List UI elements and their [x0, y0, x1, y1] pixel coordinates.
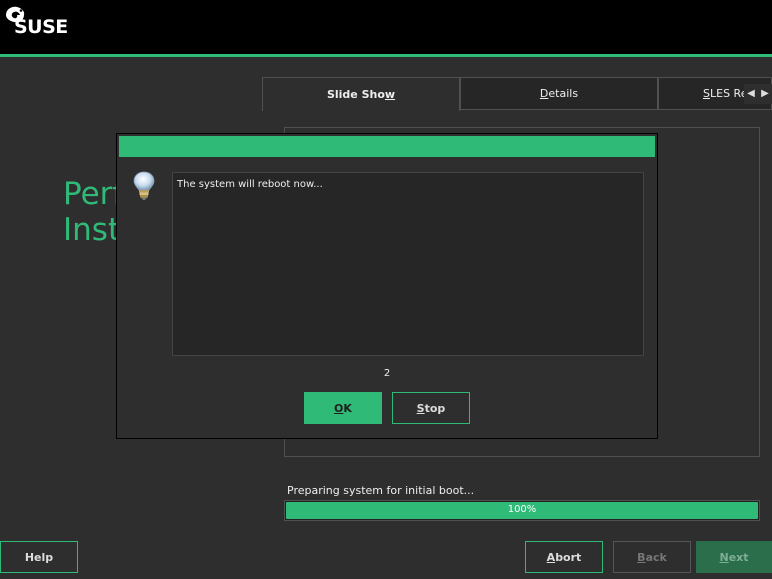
progress-value: 100%: [507, 504, 537, 515]
next-button[interactable]: Next: [696, 541, 772, 573]
lightbulb-icon: [131, 170, 157, 202]
back-button[interactable]: Back: [613, 541, 691, 573]
tab-details[interactable]: Details: [460, 77, 658, 110]
next-label: Next: [719, 550, 749, 564]
tab-label: SLES Re: [703, 87, 748, 100]
help-button[interactable]: Help: [0, 541, 78, 573]
logo-wordmark: SUSE: [14, 16, 68, 38]
suse-logo: SUSE: [3, 4, 75, 44]
countdown-value: 2: [383, 368, 391, 379]
stop-button[interactable]: Stop: [392, 392, 470, 424]
dialog-message: The system will reboot now...: [177, 179, 323, 190]
banner-accent-line: [0, 54, 772, 57]
dialog-title-bar: [119, 136, 655, 157]
ok-button[interactable]: OK: [304, 392, 382, 424]
abort-button[interactable]: Abort: [525, 541, 603, 573]
tab-slide-show[interactable]: Slide Show: [262, 77, 460, 111]
arrow-right-icon[interactable]: ▶: [758, 84, 772, 104]
progress-bar: 100%: [284, 500, 760, 521]
tab-label: Slide Show: [326, 88, 396, 101]
tab-label: Details: [539, 87, 579, 100]
back-label: Back: [637, 550, 667, 564]
arrow-left-icon[interactable]: ◀: [744, 84, 758, 104]
stop-label: Stop: [416, 401, 446, 415]
ok-label: OK: [334, 401, 352, 415]
progress-label: Preparing system for initial boot...: [287, 484, 475, 497]
abort-label: Abort: [546, 550, 582, 564]
tab-scroll-buttons: ◀ ▶: [744, 84, 772, 104]
reboot-dialog: The system will reboot now... 2 OK Stop: [116, 133, 658, 439]
top-banner: SUSE: [0, 0, 772, 54]
page-title: Perform Installation: [63, 176, 123, 248]
help-label: Help: [24, 550, 54, 564]
tab-bar: Slide Show Details SLES Re: [262, 77, 772, 111]
dialog-message-area: The system will reboot now...: [172, 172, 644, 356]
